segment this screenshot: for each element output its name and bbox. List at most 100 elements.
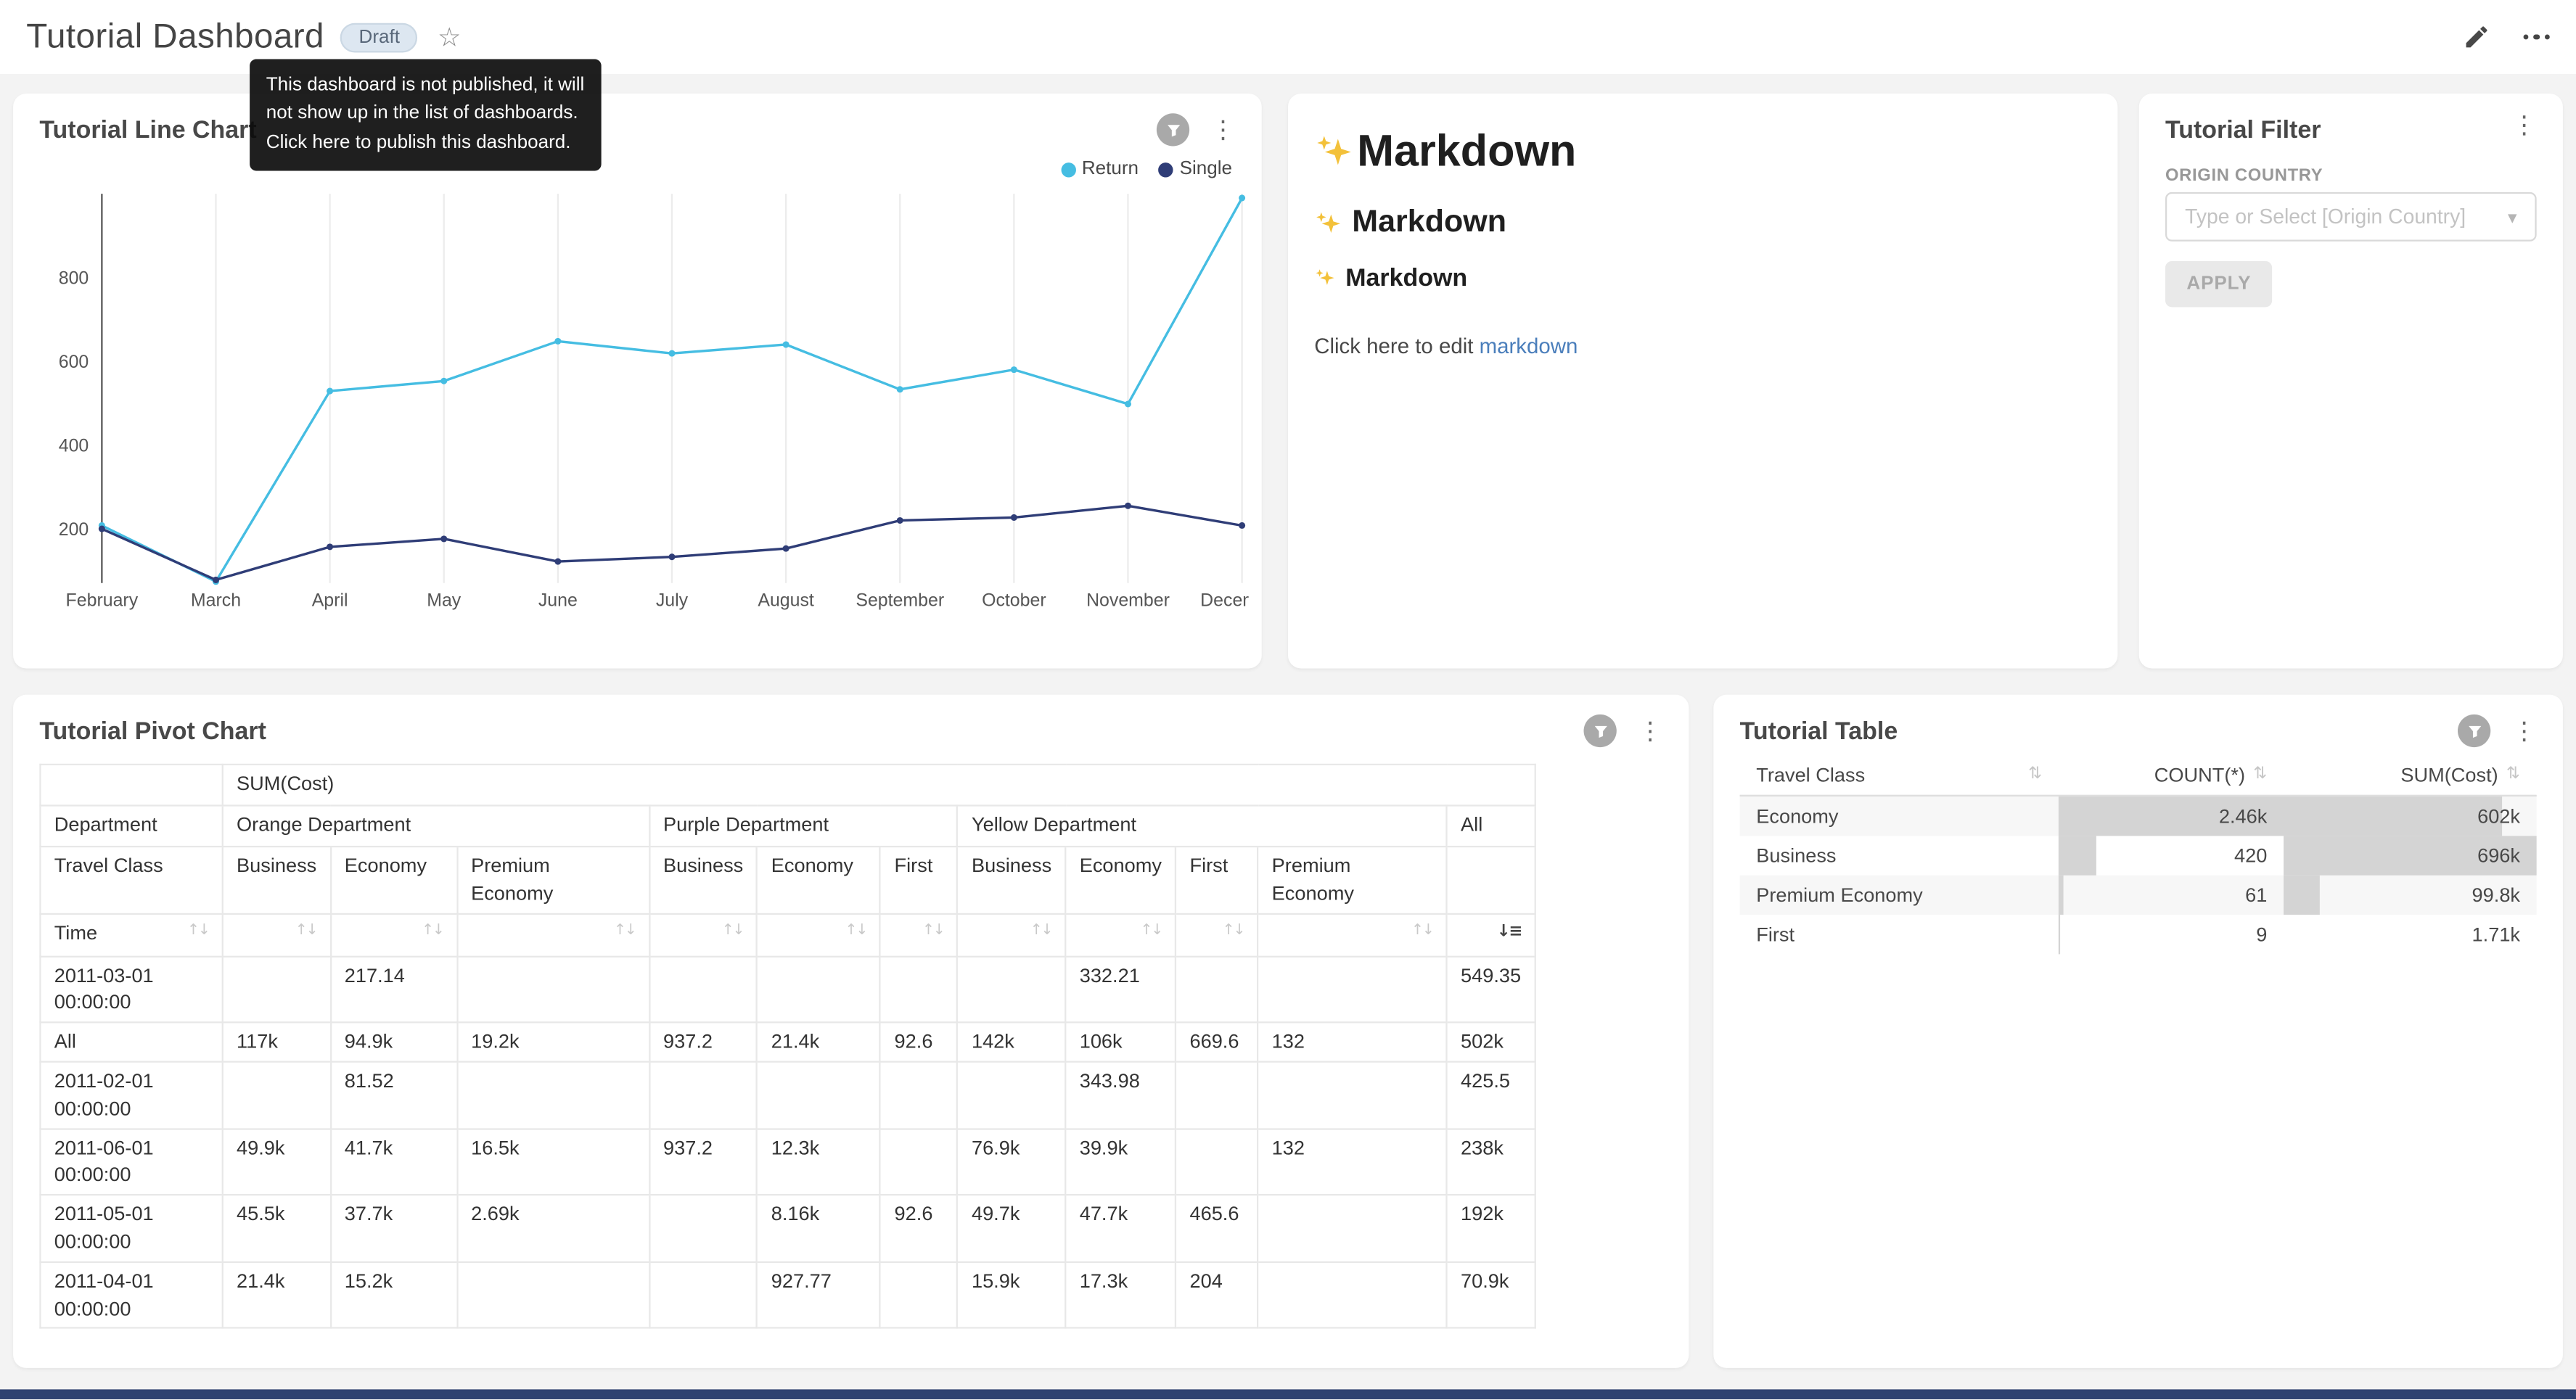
pivot-cell <box>1176 1062 1258 1129</box>
table-cell: Economy <box>1740 796 2059 836</box>
header-label: Travel Class <box>1756 763 1865 786</box>
sort-icon[interactable]: ↑↓ <box>187 921 209 942</box>
pivot-sort-cell: ↑↓ <box>457 913 649 956</box>
select-placeholder: Type or Select [Origin Country] <box>2185 205 2466 228</box>
kebab-menu-icon[interactable]: ⋮ <box>1635 719 1666 744</box>
table-cell: 61 <box>2059 876 2284 915</box>
card-icons: ⋮ <box>2509 113 2540 138</box>
markdown-h1: Markdown <box>1314 126 2091 177</box>
sort-icon[interactable]: ↓≡ <box>1497 921 1521 944</box>
sort-icon[interactable]: ↑↓ <box>922 921 944 942</box>
sort-icon[interactable]: ↑↓ <box>722 921 744 942</box>
sort-icon[interactable]: ⇅ <box>2506 765 2520 783</box>
card-title: Tutorial Pivot Chart <box>39 717 266 745</box>
sort-icon[interactable]: ↑↓ <box>1223 921 1244 942</box>
pivot-cell <box>223 1062 331 1129</box>
value-bar <box>2059 836 2097 875</box>
pivot-group-header: All <box>1447 806 1535 847</box>
origin-country-label: ORIGIN COUNTRY <box>2165 166 2323 186</box>
legend-dot-icon <box>1060 162 1075 176</box>
kebab-menu-icon[interactable]: ⋮ <box>2509 719 2540 744</box>
kebab-menu-icon[interactable]: ⋮ <box>1207 118 1239 142</box>
markdown-edit-link[interactable]: markdown <box>1480 334 1578 358</box>
table-header-sum-cost[interactable]: SUM(Cost) ⇅ <box>2284 754 2537 796</box>
pivot-row: 2011-02-01 00:00:0081.52343.98425.5 <box>40 1062 1535 1129</box>
pivot-cell <box>880 1129 957 1195</box>
pivot-cell <box>649 1062 758 1129</box>
pivot-sort-cell: ↑↓ <box>958 913 1066 956</box>
markdown-h2-text: Markdown <box>1352 205 1506 242</box>
filter-indicator-icon[interactable] <box>1584 715 1617 747</box>
value-bar <box>2284 796 2503 836</box>
pivot-cell <box>758 956 881 1023</box>
table-header-travel-class[interactable]: Travel Class ⇅ <box>1740 754 2059 796</box>
edit-pencil-icon[interactable] <box>2462 23 2490 51</box>
sort-icon[interactable]: ↑↓ <box>1140 921 1162 942</box>
sort-icon[interactable]: ⇅ <box>2028 765 2042 783</box>
pivot-class-column-header: Economy <box>1065 847 1176 913</box>
sort-icon[interactable]: ↑↓ <box>845 921 866 942</box>
sort-icon[interactable]: ↑↓ <box>1030 921 1052 942</box>
kebab-menu-icon[interactable]: ⋮ <box>2509 113 2540 138</box>
pivot-cell <box>880 956 957 1023</box>
pivot-row: 2011-05-01 00:00:0045.5k37.7k2.69k8.16k9… <box>40 1195 1535 1261</box>
sparkles-icon <box>1314 210 1342 237</box>
filter-indicator-icon[interactable] <box>1157 113 1189 146</box>
pivot-cell <box>223 956 331 1023</box>
header-label: SUM(Cost) <box>2400 763 2498 786</box>
legend-item-return[interactable]: Return <box>1060 160 1139 179</box>
card-icons: ⋮ <box>1584 715 1666 747</box>
pivot-cell <box>457 1062 649 1129</box>
markdown-edit-text: Click here to edit <box>1314 334 1479 358</box>
line-chart: FebruaryMarchAprilMayJuneJulyAugustSepte… <box>26 184 1248 614</box>
pivot-sort-cell: ↑↓ <box>1065 913 1176 956</box>
cell-value: Business <box>1756 844 1836 868</box>
pivot-class-label: Travel Class <box>40 847 222 913</box>
svg-text:800: 800 <box>59 268 89 289</box>
sort-icon[interactable]: ↑↓ <box>422 921 443 942</box>
origin-country-select[interactable]: Type or Select [Origin Country] ▾ <box>2165 192 2537 242</box>
markdown-paragraph: Click here to edit markdown <box>1314 334 2091 358</box>
pivot-class-column-header: First <box>1176 847 1258 913</box>
cell-value: 99.8k <box>2472 884 2520 907</box>
table-row: Business420696k <box>1740 836 2537 875</box>
sort-icon[interactable]: ⇅ <box>2253 765 2267 783</box>
markdown-card: Markdown Markdown Markdown Click here to… <box>1288 94 2117 668</box>
pivot-cell <box>457 956 649 1023</box>
pivot-table: SUM(Cost)DepartmentOrange DepartmentPurp… <box>39 764 1535 1330</box>
pivot-cell: 49.9k <box>223 1129 331 1195</box>
favorite-star-icon[interactable]: ☆ <box>438 24 461 50</box>
pivot-cell: 39.9k <box>1065 1129 1176 1195</box>
draft-badge[interactable]: Draft <box>341 22 418 52</box>
pivot-class-column-header <box>1447 847 1535 913</box>
pivot-cell: 142k <box>958 1023 1066 1062</box>
table-cell: 9 <box>2059 915 2284 954</box>
pivot-cell <box>1258 1195 1446 1261</box>
pivot-sort-cell: ↑↓ <box>223 913 331 956</box>
filter-indicator-icon[interactable] <box>2458 715 2490 747</box>
svg-text:600: 600 <box>59 352 89 372</box>
pivot-cell: 204 <box>1176 1261 1258 1328</box>
cell-value: Premium Economy <box>1756 884 1923 907</box>
pivot-sort-cell: ↑↓ <box>649 913 758 956</box>
sort-icon[interactable]: ↑↓ <box>295 921 317 942</box>
pivot-cell: 16.5k <box>457 1129 649 1195</box>
sort-icon[interactable]: ↑↓ <box>1411 921 1433 942</box>
svg-text:April: April <box>312 590 348 610</box>
apply-button[interactable]: APPLY <box>2165 261 2273 307</box>
pivot-cell <box>649 956 758 1023</box>
pivot-cell: 927.77 <box>758 1261 881 1328</box>
pivot-cell: 106k <box>1065 1023 1176 1062</box>
cell-value: Economy <box>1756 804 1838 828</box>
pivot-department-label: Department <box>40 806 222 847</box>
svg-text:July: July <box>656 590 689 610</box>
pivot-cell: 17.3k <box>1065 1261 1176 1328</box>
pivot-cell: 15.9k <box>958 1261 1066 1328</box>
legend-item-single[interactable]: Single <box>1158 160 1232 179</box>
table-card: Tutorial Table ⋮ Travel Class⇅COUNT(*)⇅S… <box>1713 695 2563 1368</box>
more-options-icon[interactable] <box>2522 34 2549 40</box>
sort-icon[interactable]: ↑↓ <box>614 921 636 942</box>
pivot-class-column-header: Economy <box>331 847 457 913</box>
pivot-row-label: 2011-02-01 00:00:00 <box>40 1062 222 1129</box>
table-header-count[interactable]: COUNT(*)⇅ <box>2059 754 2284 796</box>
